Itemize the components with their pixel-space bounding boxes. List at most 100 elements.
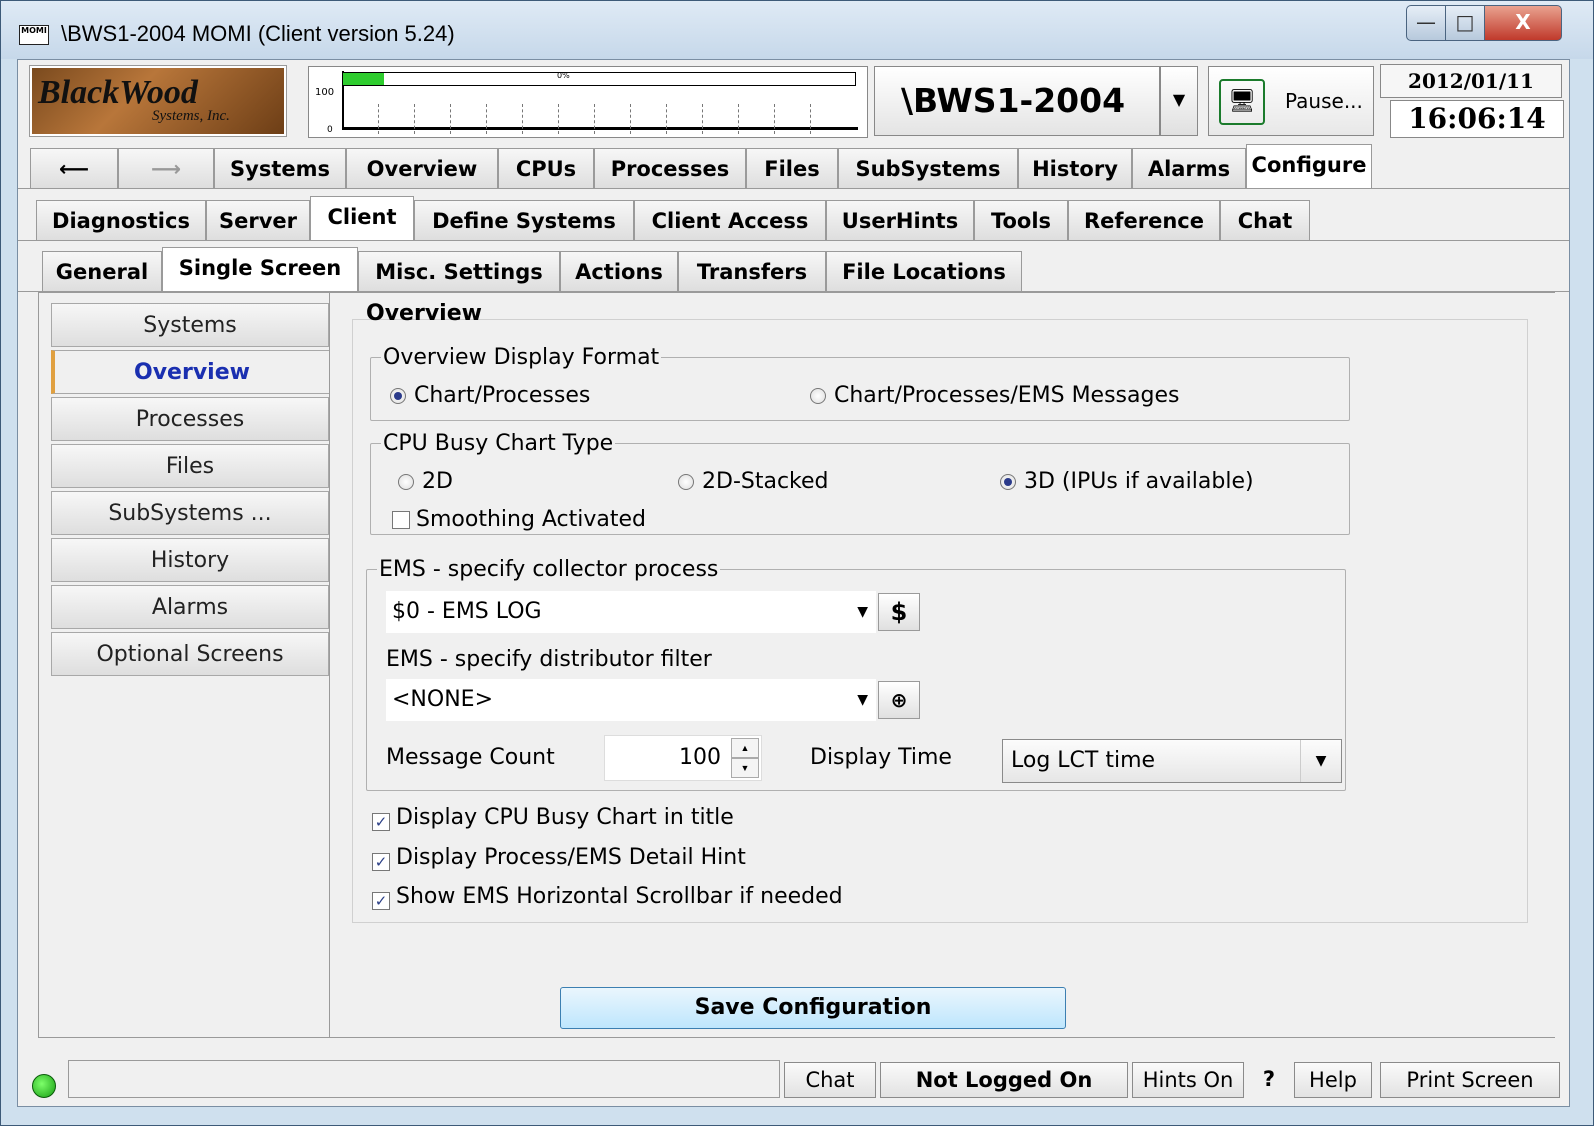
h-scrollbar-checkbox[interactable]: ✓ Show EMS Horizontal Scrollbar if needed [372,884,843,910]
save-configuration-button[interactable]: Save Configuration [560,987,1066,1029]
display-time-select[interactable]: Log LCT time ▼ [1002,739,1342,783]
filter-browse-button[interactable]: ⊕ [878,681,920,719]
question-icon[interactable]: ? [1250,1062,1288,1098]
tab-files[interactable]: Files [746,148,838,188]
radio-indicator [678,474,694,490]
tab-misc-settings[interactable]: Misc. Settings [358,251,560,291]
print-screen-button[interactable]: Print Screen [1380,1062,1560,1098]
checkbox-label: Smoothing Activated [416,507,647,532]
network-computers-icon: 🖥 [1219,79,1265,125]
chevron-down-icon: ▼ [857,604,868,620]
login-status-button[interactable]: Not Logged On [880,1062,1128,1098]
checkbox-label: Display Process/EMS Detail Hint [396,845,746,870]
forward-nav-button[interactable]: ⟶ [118,148,214,188]
tab-configure[interactable]: Configure [1246,144,1372,188]
sidebar-item-overview[interactable]: Overview [51,350,329,394]
tab-transfers[interactable]: Transfers [678,251,826,291]
sidebar-item-subsystems[interactable]: SubSystems ... [51,491,329,535]
filter-label: EMS - specify distributor filter [386,647,712,672]
pause-button[interactable]: 🖥 Pause... [1208,66,1374,136]
cpu-chart-title-checkbox[interactable]: ✓ Display CPU Busy Chart in title [372,805,734,831]
checkbox-label: Display CPU Busy Chart in title [396,805,734,830]
ems-collector-combo[interactable]: $0 - EMS LOG ▼ [386,591,876,633]
collector-browse-button[interactable]: $ [878,593,920,631]
tab-server[interactable]: Server [206,200,310,240]
stepper-down-icon[interactable]: ▼ [731,758,759,778]
tab-chat[interactable]: Chat [1220,200,1310,240]
stepper-up-icon[interactable]: ▲ [731,738,759,758]
graph-gridline [738,104,739,134]
cpu-busy-bar [342,72,856,86]
close-button[interactable]: X [1484,5,1562,41]
graph-min-label: 0 [327,125,333,135]
detail-hint-checkbox[interactable]: ✓ Display Process/EMS Detail Hint [372,845,746,871]
message-count-stepper[interactable]: 100 ▲ ▼ [604,735,762,781]
client-area: BlackWood Systems, Inc. 100 0 0% \BWS1-2… [17,59,1570,1107]
sidebar-item-history[interactable]: History [51,538,329,582]
back-nav-button[interactable]: ⟵ [30,148,118,188]
graph-gridline [666,104,667,134]
smoothing-checkbox[interactable]: Smoothing Activated [392,507,646,532]
graph-max-label: 100 [315,87,335,98]
tab-single-screen[interactable]: Single Screen [162,247,358,291]
tab-alarms[interactable]: Alarms [1132,148,1246,188]
system-selector[interactable]: \BWS1-2004 [874,66,1160,136]
hints-toggle-button[interactable]: Hints On [1132,1062,1244,1098]
sidebar-item-files[interactable]: Files [51,444,329,488]
checkbox-indicator: ✓ [372,892,390,910]
maximize-button[interactable]: □ [1445,5,1485,41]
connection-status-icon [32,1074,56,1098]
single-screen-panel: Systems Overview Processes Files SubSyst… [38,292,1555,1038]
tab-userhints[interactable]: UserHints [826,200,974,240]
tab-tools[interactable]: Tools [974,200,1068,240]
window-title: \BWS1-2004 MOMI (Client version 5.24) [61,21,455,46]
chevron-down-icon: ▼ [1300,740,1341,782]
logo-subtext: Systems, Inc. [152,108,230,124]
tab-client[interactable]: Client [310,196,414,240]
radio-3d[interactable]: 3D (IPUs if available) [1000,469,1254,494]
tab-define-systems[interactable]: Define Systems [414,200,634,240]
radio-chart-processes-ems[interactable]: Chart/Processes/EMS Messages [810,383,1179,408]
tab-actions[interactable]: Actions [560,251,678,291]
graph-gridline [486,104,487,134]
radio-label: Chart/Processes/EMS Messages [834,383,1180,408]
help-button[interactable]: Help [1294,1062,1372,1098]
tab-file-locations[interactable]: File Locations [826,251,1022,291]
system-dropdown-button[interactable]: ▼ [1160,66,1198,136]
pause-label: Pause... [1285,89,1363,113]
checkbox-indicator [392,511,410,529]
radio-chart-processes[interactable]: Chart/Processes [390,383,590,408]
tab-systems[interactable]: Systems [214,148,346,188]
radio-2d-stacked[interactable]: 2D-Stacked [678,469,829,494]
radio-label: Chart/Processes [414,383,591,408]
tab-processes[interactable]: Processes [594,148,746,188]
chat-button[interactable]: Chat [784,1062,876,1098]
checkbox-label: Show EMS Horizontal Scrollbar if needed [396,884,843,909]
radio-label: 2D-Stacked [702,469,829,494]
sidebar-item-systems[interactable]: Systems [51,303,329,347]
tab-history[interactable]: History [1018,148,1132,188]
sidebar-item-alarms[interactable]: Alarms [51,585,329,629]
radio-2d[interactable]: 2D [398,469,453,494]
sidebar-item-processes[interactable]: Processes [51,397,329,441]
radio-label: 2D [422,469,453,494]
ems-legend: EMS - specify collector process [379,557,719,582]
tab-overview[interactable]: Overview [346,148,498,188]
tab-reference[interactable]: Reference [1068,200,1220,240]
graph-gridline [450,104,451,134]
display-format-legend: Overview Display Format [383,345,660,370]
graph-gridline [558,104,559,134]
sidebar-item-optional-screens[interactable]: Optional Screens [51,632,329,676]
display-time-label: Display Time [810,745,952,770]
title-bar: MOMI \BWS1-2004 MOMI (Client version 5.2… [1,1,1593,59]
select-value: Log LCT time [1011,748,1156,773]
ems-filter-combo[interactable]: <NONE> ▼ [386,679,876,721]
minimize-button[interactable]: — [1406,5,1446,41]
graph-gridline [414,104,415,134]
tab-subsystems[interactable]: SubSystems [838,148,1018,188]
tab-cpus[interactable]: CPUs [498,148,594,188]
tab-general[interactable]: General [42,251,162,291]
tab-diagnostics[interactable]: Diagnostics [36,200,206,240]
graph-gridline [522,104,523,134]
tab-client-access[interactable]: Client Access [634,200,826,240]
